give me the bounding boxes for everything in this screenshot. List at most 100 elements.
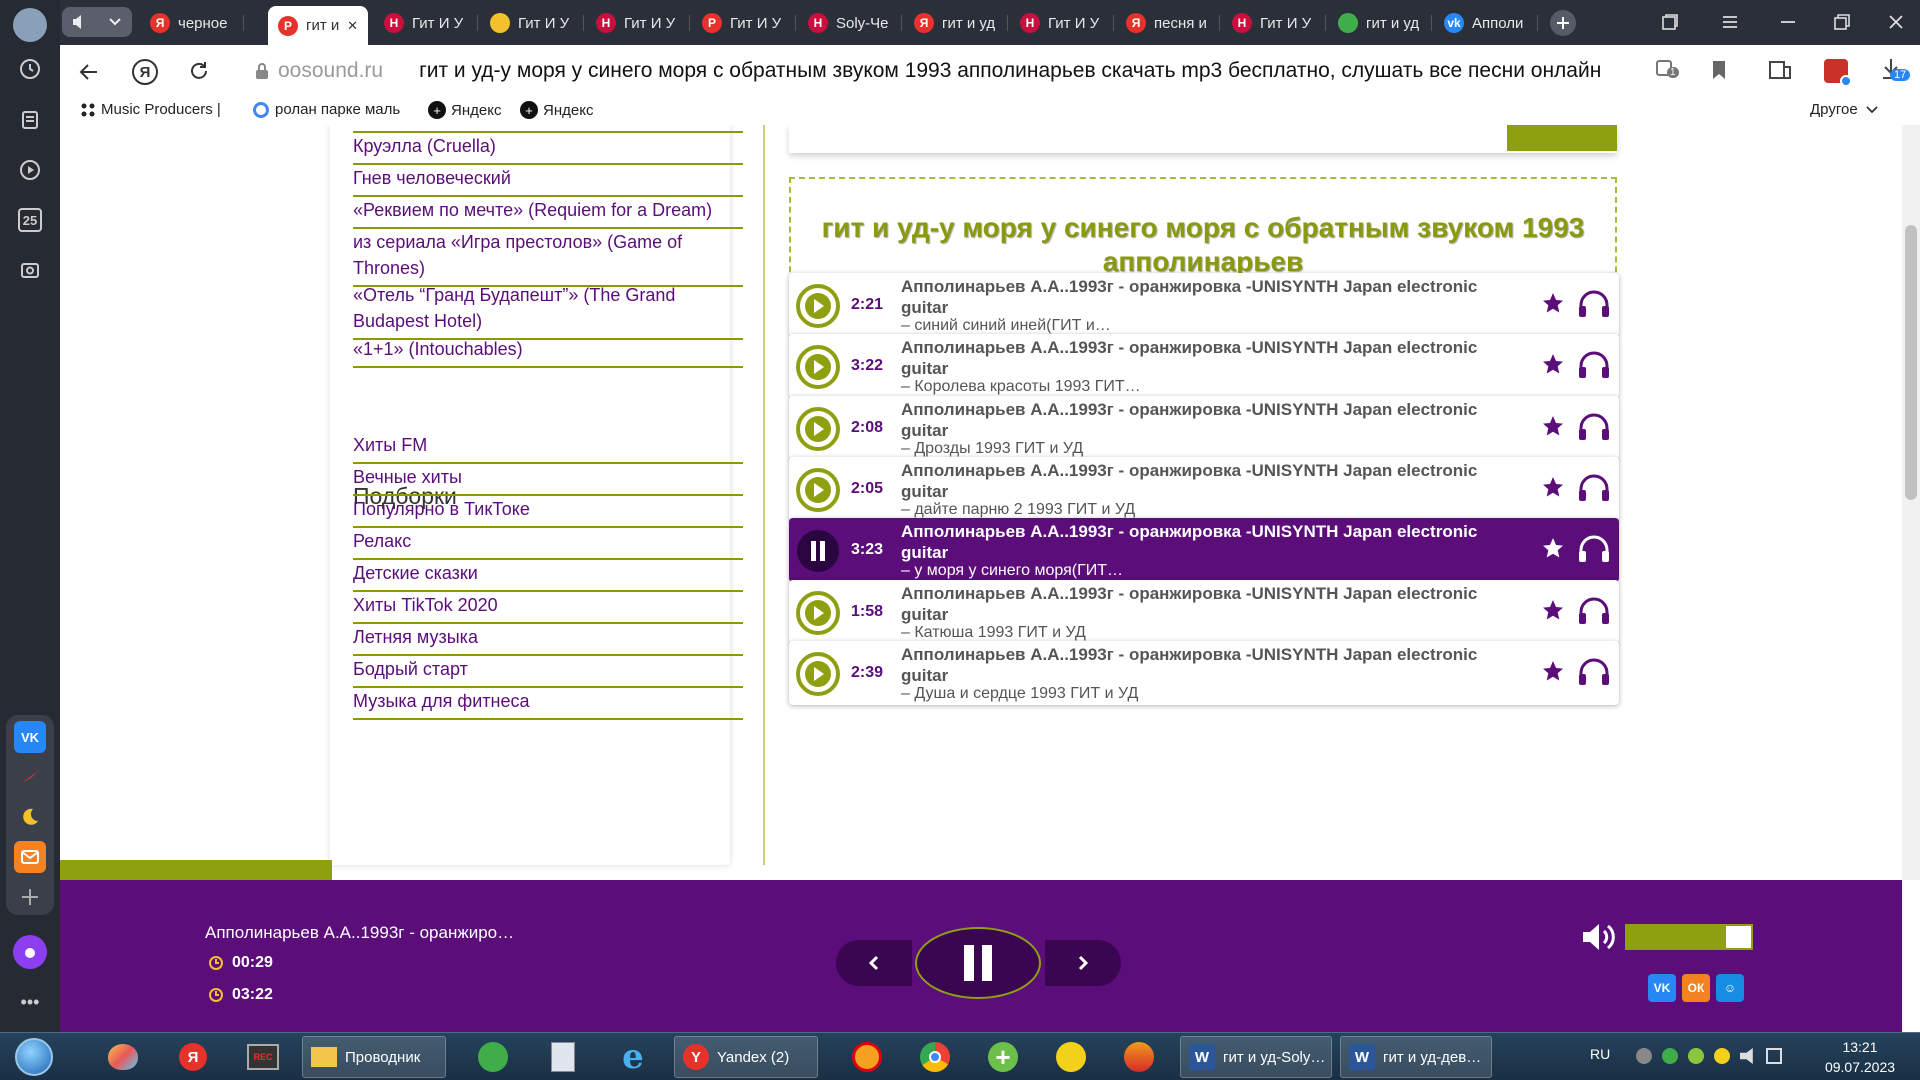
taskbar-word-1[interactable]: Wгит и уд-Soly…: [1180, 1036, 1332, 1078]
tab-4[interactable]: H Гит И У: [586, 6, 690, 40]
play-icon[interactable]: [795, 651, 841, 697]
track-row[interactable]: 2:05 Апполинарьев А.А..1993г - оранжировк…: [789, 457, 1619, 521]
play-icon[interactable]: [795, 344, 841, 390]
sidebar-link[interactable]: Популярно в ТикТоке: [353, 496, 743, 528]
music-app-icon[interactable]: [1112, 1036, 1166, 1078]
tray-icon[interactable]: [1688, 1048, 1704, 1064]
star-icon[interactable]: [1541, 352, 1565, 376]
speaker-icon[interactable]: [1740, 1048, 1753, 1064]
mail-icon[interactable]: [14, 841, 46, 873]
bookmark-yandex-2[interactable]: + Яндекс: [520, 101, 593, 119]
headphones-icon[interactable]: [1577, 596, 1611, 626]
tray-icon[interactable]: [1714, 1048, 1730, 1064]
downloads-button[interactable]: 17: [1880, 57, 1911, 81]
downloader-icon[interactable]: [466, 1036, 520, 1078]
star-icon[interactable]: [1541, 291, 1565, 315]
taskbar-yandex[interactable]: Y Yandex (2): [674, 1036, 818, 1078]
sidebar-link[interactable]: Круэлла (Cruella): [353, 133, 743, 165]
back-arrow-icon[interactable]: [78, 61, 100, 83]
track-row[interactable]: 2:21 Апполинарьев А.А..1993г - оранжировк…: [789, 273, 1619, 337]
tab-3[interactable]: Гит И У: [480, 6, 584, 40]
tab-1[interactable]: Pгит и ✕: [268, 6, 368, 45]
pause-icon[interactable]: [795, 528, 841, 574]
collections-icon[interactable]: [13, 103, 47, 137]
star-icon[interactable]: [1541, 659, 1565, 683]
sidebar-link[interactable]: «1+1» (Intouchables): [353, 336, 743, 368]
bookmarks-other[interactable]: Другое: [1810, 101, 1878, 118]
tab-collection-icon[interactable]: [1660, 12, 1680, 32]
tab-7[interactable]: Ягит и уд: [904, 6, 1008, 40]
sidebar-link[interactable]: Бодрый старт: [353, 656, 743, 688]
internet-explorer-icon[interactable]: e: [606, 1036, 660, 1078]
bookmark-icon[interactable]: [1710, 59, 1728, 81]
video-icon[interactable]: [13, 153, 47, 187]
track-row[interactable]: 3:22 Апполинарьев А.А..1993г - оранжировк…: [789, 334, 1619, 398]
yandex-browser-icon[interactable]: Я: [166, 1036, 220, 1078]
sidebar-link[interactable]: Хиты TikTok 2020: [353, 592, 743, 624]
page-scrollbar[interactable]: [1902, 125, 1920, 880]
star-icon[interactable]: [1541, 598, 1565, 622]
minimize-icon[interactable]: [1778, 12, 1798, 32]
track-row[interactable]: 2:39 Апполинарьев А.А..1993г - оранжировк…: [789, 641, 1619, 705]
sidebar-link[interactable]: Летняя музыка: [353, 624, 743, 656]
app-icon[interactable]: [840, 1036, 894, 1078]
calculator-icon[interactable]: [536, 1036, 590, 1078]
headphones-icon[interactable]: [1577, 289, 1611, 319]
menu-icon[interactable]: [1720, 12, 1740, 32]
headphones-icon[interactable]: [1577, 473, 1611, 503]
play-icon[interactable]: [795, 406, 841, 452]
messenger-icon[interactable]: [14, 761, 46, 793]
star-icon[interactable]: [1541, 414, 1565, 438]
tab-12[interactable]: vk Апполи: [1434, 6, 1538, 40]
vk-icon[interactable]: VK: [14, 721, 46, 753]
taskbar-explorer[interactable]: Проводник: [302, 1036, 446, 1078]
sidebar-link[interactable]: Вечные хиты: [353, 464, 743, 496]
recorder-icon[interactable]: REC: [236, 1036, 290, 1078]
tab-5[interactable]: P Гит И У: [692, 6, 796, 40]
sidebar-link[interactable]: «Реквием по мечте» (Requiem for a Dream): [353, 197, 743, 229]
tab-2[interactable]: H Гит И У: [374, 6, 478, 40]
language-indicator[interactable]: RU: [1590, 1046, 1610, 1062]
yandex-market-icon[interactable]: [1044, 1036, 1098, 1078]
history-icon[interactable]: [13, 52, 47, 86]
sidebar-link[interactable]: Детские сказки: [353, 560, 743, 592]
taskbar-word-2[interactable]: Wгит и уд-дев…: [1340, 1036, 1492, 1078]
yandex-logo-icon[interactable]: Я: [132, 59, 158, 85]
sidebar-link[interactable]: Гнев человеческий: [353, 165, 743, 197]
previous-button[interactable]: [836, 940, 912, 986]
next-button[interactable]: [1045, 940, 1121, 986]
chrome-icon[interactable]: [908, 1036, 962, 1078]
headphones-icon[interactable]: [1577, 350, 1611, 380]
pause-button[interactable]: [915, 927, 1041, 999]
search-button[interactable]: [1507, 125, 1617, 151]
url-field[interactable]: oosound.ru гит и уд-у моря у синего моря…: [240, 52, 1650, 90]
moon-icon[interactable]: [14, 801, 46, 833]
tab-8[interactable]: H Гит И У: [1010, 6, 1114, 40]
sidebar-link[interactable]: Из фильма «Гладиатор» (Gladiator): [353, 125, 743, 133]
restore-icon[interactable]: [1832, 12, 1852, 32]
star-icon[interactable]: [1541, 475, 1565, 499]
headphones-icon[interactable]: [1577, 412, 1611, 442]
profile-avatar[interactable]: [13, 8, 47, 42]
flag-icon[interactable]: [1766, 1048, 1782, 1064]
alice-assistant-icon[interactable]: [13, 935, 47, 969]
track-row[interactable]: 1:58 Апполинарьев А.А..1993г - оранжировк…: [789, 580, 1619, 644]
tab-10[interactable]: H Гит И У: [1222, 6, 1326, 40]
mymail-share-icon[interactable]: ☺: [1716, 974, 1744, 1002]
sidebar-link[interactable]: из сериала «Игра престолов» (Game of Thr…: [353, 229, 743, 287]
paint-icon[interactable]: [96, 1036, 150, 1078]
track-row[interactable]: 3:23 Апполинарьев А.А..1993г - оранжировк…: [789, 518, 1619, 582]
close-tab-icon[interactable]: ✕: [347, 18, 358, 34]
more-icon[interactable]: •••: [13, 985, 47, 1019]
tray-icon[interactable]: [1662, 1048, 1678, 1064]
headphones-icon[interactable]: [1577, 534, 1611, 564]
play-icon[interactable]: [795, 590, 841, 636]
tab-6[interactable]: H Soly-Че: [798, 6, 902, 40]
sidebar-link[interactable]: «Отель “Гранд Будапешт”» (The Grand Buda…: [353, 282, 743, 340]
volume-icon[interactable]: [1580, 920, 1618, 954]
add-app-icon[interactable]: [14, 881, 46, 913]
progress-strip[interactable]: [60, 860, 332, 880]
plus-app-icon[interactable]: +: [976, 1036, 1030, 1078]
tab-0[interactable]: Ячерное: [140, 6, 244, 40]
headphones-icon[interactable]: [1577, 657, 1611, 687]
